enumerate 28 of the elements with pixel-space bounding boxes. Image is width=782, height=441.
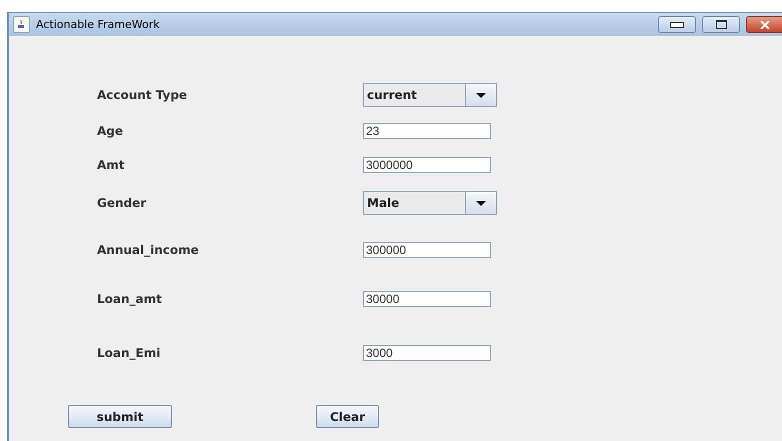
field-label: Account Type [97, 88, 188, 102]
input-field[interactable]: 3000 [363, 345, 491, 361]
caret-icon [476, 200, 486, 206]
form-button[interactable]: submit [68, 405, 172, 428]
form-button[interactable]: Clear [316, 405, 379, 428]
field-label: Loan_amt [97, 292, 163, 306]
field-label: Age [97, 124, 124, 138]
dropdown-arrow-button[interactable] [466, 84, 496, 106]
field-label: Annual_income [97, 243, 200, 257]
dropdown-arrow-button[interactable] [466, 192, 496, 214]
window-title: Actionable FrameWork [36, 18, 161, 31]
input-field[interactable]: 23 [363, 123, 491, 139]
close-icon [760, 20, 770, 28]
field-label: Loan_Emi [97, 346, 162, 360]
dropdown[interactable]: Male [363, 191, 497, 215]
input-field[interactable]: 3000000 [363, 157, 491, 173]
maximize-button[interactable] [702, 16, 740, 33]
maximize-icon [716, 20, 726, 29]
minimize-button[interactable] [658, 16, 696, 33]
minimize-icon [670, 22, 684, 28]
field-label: Gender [97, 196, 148, 210]
cup-icon [13, 16, 30, 33]
field-label: Amt [97, 158, 126, 172]
caret-icon [476, 92, 486, 98]
close-button[interactable] [746, 16, 782, 33]
input-field[interactable]: 300000 [363, 242, 491, 258]
dropdown[interactable]: current [363, 83, 497, 107]
input-field[interactable]: 30000 [363, 291, 491, 307]
